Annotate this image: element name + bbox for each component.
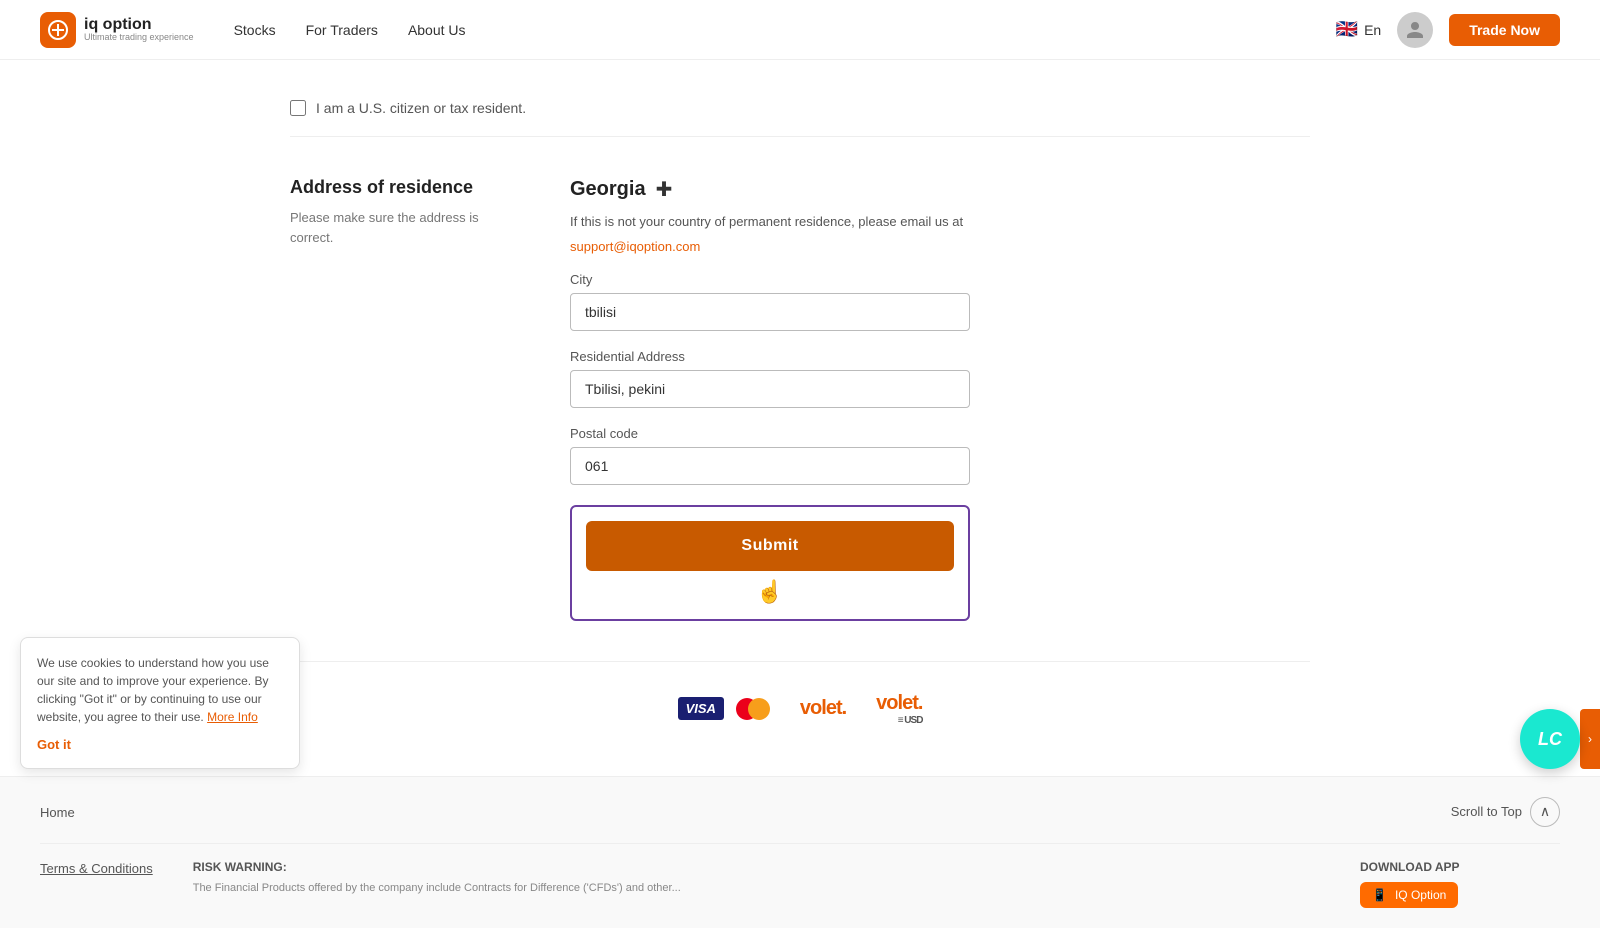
logo-text: iq option Ultimate trading experience	[84, 16, 194, 43]
residential-label: Residential Address	[570, 349, 970, 364]
flag-icon: 🇬🇧	[1336, 19, 1358, 40]
mastercard-logo	[736, 698, 770, 720]
country-row: Georgia ✚	[570, 177, 970, 202]
header: iq option Ultimate trading experience St…	[0, 0, 1600, 60]
risk-warning: RISK WARNING: The Financial Products off…	[193, 860, 1320, 908]
residential-input[interactable]	[570, 370, 970, 408]
footer-bottom: Terms & Conditions RISK WARNING: The Fin…	[40, 844, 1560, 908]
app-icon: 📱	[1372, 888, 1387, 902]
risk-text: The Financial Products offered by the co…	[193, 880, 1320, 897]
main-nav: Stocks For Traders About Us	[234, 22, 1336, 38]
cookie-more-info-link[interactable]: More Info	[207, 710, 258, 724]
country-flag-icon: ✚	[656, 177, 673, 202]
nav-about-us[interactable]: About Us	[408, 22, 466, 38]
volet-logo-1: volet.	[800, 697, 846, 720]
scroll-to-top-label: Scroll to Top	[1451, 804, 1522, 819]
us-citizen-label: I am a U.S. citizen or tax resident.	[316, 100, 526, 116]
footer-terms-link: Terms & Conditions	[40, 860, 153, 908]
main-content: I am a U.S. citizen or tax resident. Add…	[250, 60, 1350, 776]
desc-line2: correct.	[290, 230, 333, 245]
user-avatar[interactable]	[1397, 12, 1433, 48]
lang-label: En	[1364, 22, 1381, 38]
download-title: DOWNLOAD APP	[1360, 860, 1560, 874]
footer: Home Scroll to Top ∧ Terms & Conditions …	[0, 776, 1600, 928]
city-group: City	[570, 272, 970, 331]
visa-logo: VISA	[678, 697, 724, 720]
cookie-banner: We use cookies to understand how you use…	[20, 637, 300, 769]
postal-group: Postal code	[570, 426, 970, 485]
address-left: Address of residence Please make sure th…	[290, 177, 490, 247]
scroll-to-top[interactable]: Scroll to Top ∧	[1451, 797, 1560, 827]
submit-area: Submit ☝	[570, 505, 970, 621]
chat-arrow[interactable]: ›	[1580, 709, 1600, 769]
risk-title: RISK WARNING:	[193, 860, 1320, 874]
mc-right-circle	[748, 698, 770, 720]
country-info: If this is not your country of permanent…	[570, 212, 970, 232]
app-badge[interactable]: 📱 IQ Option	[1360, 882, 1458, 908]
section-description: Please make sure the address is correct.	[290, 208, 490, 247]
language-selector[interactable]: 🇬🇧 En	[1336, 19, 1382, 40]
residential-group: Residential Address	[570, 349, 970, 408]
support-email-link[interactable]: support@iqoption.com	[570, 239, 700, 254]
footer-top: Home Scroll to Top ∧	[40, 797, 1560, 844]
volet-logo-2: volet. ≡ USD	[876, 692, 922, 726]
us-citizen-checkbox[interactable]	[290, 100, 306, 116]
postal-input[interactable]	[570, 447, 970, 485]
us-citizen-row: I am a U.S. citizen or tax resident.	[290, 80, 1310, 137]
trade-now-button[interactable]: Trade Now	[1449, 14, 1560, 46]
cookie-text: We use cookies to understand how you use…	[37, 654, 283, 726]
nav-for-traders[interactable]: For Traders	[306, 22, 378, 38]
chat-label: LC	[1538, 729, 1562, 750]
nav-stocks[interactable]: Stocks	[234, 22, 276, 38]
brand-name: iq option	[84, 16, 194, 34]
cursor-indicator: ☝	[586, 579, 954, 605]
scroll-to-top-button[interactable]: ∧	[1530, 797, 1560, 827]
city-input[interactable]	[570, 293, 970, 331]
submit-button[interactable]: Submit	[586, 521, 954, 571]
payment-section: VISA volet. volet. ≡ USD	[290, 661, 1310, 756]
city-label: City	[570, 272, 970, 287]
logo[interactable]: iq option Ultimate trading experience	[40, 12, 194, 48]
desc-line1: Please make sure the address is	[290, 210, 479, 225]
footer-home-link[interactable]: Home	[40, 805, 75, 820]
payment-logos: VISA	[678, 697, 770, 720]
logo-icon	[40, 12, 76, 48]
footer-nav: Home	[40, 804, 95, 820]
brand-tagline: Ultimate trading experience	[84, 33, 194, 43]
postal-label: Postal code	[570, 426, 970, 441]
address-section: Address of residence Please make sure th…	[290, 177, 1310, 621]
country-name: Georgia	[570, 178, 646, 201]
cookie-got-it-button[interactable]: Got it	[37, 737, 71, 752]
address-right: Georgia ✚ If this is not your country of…	[570, 177, 970, 621]
section-title: Address of residence	[290, 177, 490, 198]
header-right: 🇬🇧 En Trade Now	[1336, 12, 1560, 48]
app-label: IQ Option	[1395, 888, 1446, 902]
download-app: DOWNLOAD APP 📱 IQ Option	[1360, 860, 1560, 908]
chat-widget[interactable]: LC	[1520, 709, 1580, 769]
terms-link[interactable]: Terms & Conditions	[40, 861, 153, 876]
